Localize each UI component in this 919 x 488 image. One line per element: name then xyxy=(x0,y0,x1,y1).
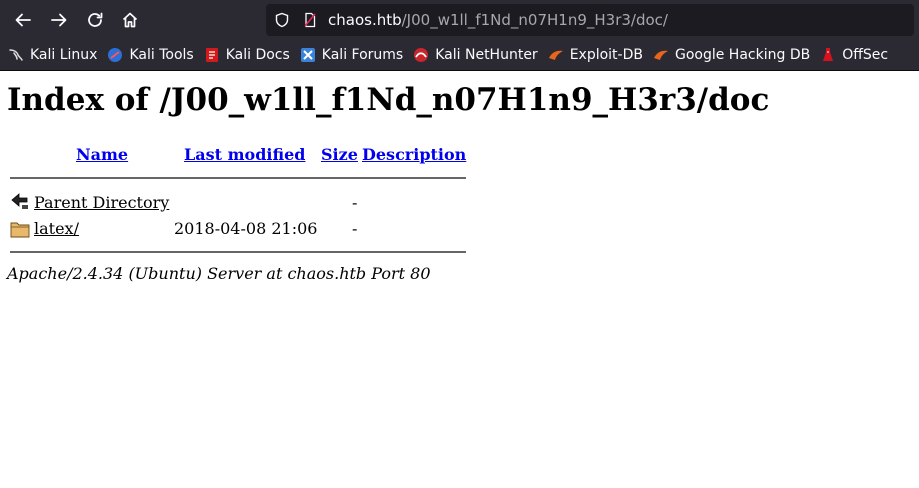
kali-docs-icon xyxy=(205,48,218,62)
browser-toolbar: chaos.htb/J00_w1ll_f1Nd_n07H1n9_H3r3/doc… xyxy=(0,0,919,40)
bookmark-label: Exploit-DB xyxy=(569,47,643,63)
column-header-size[interactable]: Size xyxy=(321,145,358,164)
parent-directory-link[interactable]: Parent Directory xyxy=(34,193,169,212)
column-header-last-modified[interactable]: Last modified xyxy=(184,145,305,164)
kali-tools-icon xyxy=(108,48,123,62)
url-host: chaos.htb xyxy=(328,11,402,29)
page-info-icon[interactable] xyxy=(302,12,318,28)
address-bar[interactable]: chaos.htb/J00_w1ll_f1Nd_n07H1n9_H3r3/doc… xyxy=(266,4,914,36)
bookmark-label: Kali Linux xyxy=(30,47,98,63)
row-modified: 2018-04-08 21:06 xyxy=(174,219,318,238)
bookmark-label: Google Hacking DB xyxy=(674,47,811,63)
reload-button[interactable] xyxy=(79,4,111,36)
folder-link-latex[interactable]: latex/ xyxy=(34,219,79,238)
kali-dragon-icon xyxy=(9,49,23,61)
page-title: Index of /J00_w1ll_f1Nd_n07H1n9_H3r3/doc xyxy=(7,82,770,118)
arrow-right-icon xyxy=(51,13,67,27)
bookmark-kali-tools[interactable]: Kali Tools xyxy=(107,43,194,67)
server-signature: Apache/2.4.34 (Ubuntu) Server at chaos.h… xyxy=(7,264,431,283)
bookmark-label: OffSec xyxy=(842,47,889,63)
ghdb-icon xyxy=(653,50,668,60)
exploit-db-icon xyxy=(548,50,563,60)
bookmark-kali-nethunter[interactable]: Kali NetHunter xyxy=(413,43,538,67)
bookmark-label: Kali Docs xyxy=(225,47,290,63)
bookmark-exploit-db[interactable]: Exploit-DB xyxy=(548,43,643,67)
bookmarks-toolbar: Kali Linux Kali Tools Kali Docs Kali For… xyxy=(0,40,919,71)
bookmark-kali-forums[interactable]: Kali Forums xyxy=(300,43,403,67)
home-icon xyxy=(122,12,138,28)
kali-forums-icon xyxy=(300,48,315,62)
arrow-left-icon xyxy=(15,13,31,27)
back-button[interactable] xyxy=(7,4,39,36)
bookmark-label: Kali NetHunter xyxy=(435,47,538,63)
column-header-description[interactable]: Description xyxy=(362,145,466,164)
bookmark-kali-linux[interactable]: Kali Linux xyxy=(8,43,97,67)
url-text[interactable]: chaos.htb/J00_w1ll_f1Nd_n07H1n9_H3r3/doc… xyxy=(328,4,668,36)
bookmark-kali-docs[interactable]: Kali Docs xyxy=(204,43,290,67)
bookmark-label: Kali Forums xyxy=(321,47,404,63)
bookmark-ghdb[interactable]: Google Hacking DB xyxy=(653,43,810,67)
page-content: Index of /J00_w1ll_f1Nd_n07H1n9_H3r3/doc… xyxy=(0,72,919,488)
folder-icon xyxy=(10,222,30,238)
row-size: - xyxy=(352,219,358,238)
bookmark-offsec[interactable]: OffSec xyxy=(820,43,888,67)
shield-icon[interactable] xyxy=(274,12,290,28)
forward-button[interactable] xyxy=(43,4,75,36)
bookmark-label: Kali Tools xyxy=(129,47,194,63)
nethunter-icon xyxy=(414,48,429,62)
column-header-name[interactable]: Name xyxy=(76,145,128,164)
home-button[interactable] xyxy=(114,4,146,36)
row-size: - xyxy=(352,193,358,212)
divider-top xyxy=(10,177,466,179)
offsec-icon xyxy=(823,48,834,61)
divider-bottom xyxy=(10,251,466,253)
parent-directory-icon xyxy=(11,193,28,209)
url-path: /J00_w1ll_f1Nd_n07H1n9_H3r3/doc/ xyxy=(401,11,668,29)
reload-icon xyxy=(88,12,103,27)
